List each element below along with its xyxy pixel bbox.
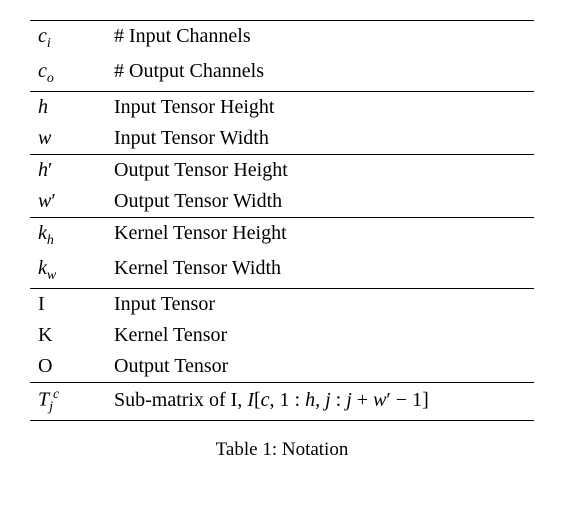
desc-cell: Output Tensor [106,351,534,383]
symbol-cell: O [30,351,106,383]
caption-text: Notation [277,439,348,460]
desc-cell: Input Tensor Height [106,92,534,124]
symbol-cell: w [30,123,106,155]
desc-cell: Kernel Tensor Width [106,253,534,289]
table-row: O Output Tensor [30,351,534,383]
desc-cell: # Output Channels [106,56,534,92]
table-row: K Kernel Tensor [30,320,534,351]
symbol-cell: ci [30,21,106,57]
table-row: kh Kernel Tensor Height [30,218,534,254]
symbol-cell: co [30,56,106,92]
caption-prefix: Table 1: [216,439,277,460]
table-row: co # Output Channels [30,56,534,92]
table-row: Tjc Sub-matrix of I, I[c, 1 : h, j : j +… [30,383,534,421]
table-row: w Input Tensor Width [30,123,534,155]
table-row: ci # Input Channels [30,21,534,57]
desc-cell: Kernel Tensor Height [106,218,534,254]
symbol-cell: w′ [30,186,106,218]
notation-table: ci # Input Channels co # Output Channels… [30,20,534,421]
symbol-cell: I [30,289,106,321]
table-row: h Input Tensor Height [30,92,534,124]
symbol-cell: h′ [30,155,106,187]
symbol-cell: Tjc [30,383,106,421]
symbol-cell: h [30,92,106,124]
desc-cell: Input Tensor [106,289,534,321]
symbol-cell: kh [30,218,106,254]
desc-cell: Output Tensor Height [106,155,534,187]
desc-cell: Output Tensor Width [106,186,534,218]
desc-cell: Input Tensor Width [106,123,534,155]
table-row: I Input Tensor [30,289,534,321]
table-row: h′ Output Tensor Height [30,155,534,187]
table-caption: Table 1: Notation [30,439,534,461]
table-row: w′ Output Tensor Width [30,186,534,218]
symbol-cell: K [30,320,106,351]
desc-cell: # Input Channels [106,21,534,57]
desc-cell: Kernel Tensor [106,320,534,351]
table-row: kw Kernel Tensor Width [30,253,534,289]
desc-cell: Sub-matrix of I, I[c, 1 : h, j : j + w′ … [106,383,534,421]
symbol-cell: kw [30,253,106,289]
